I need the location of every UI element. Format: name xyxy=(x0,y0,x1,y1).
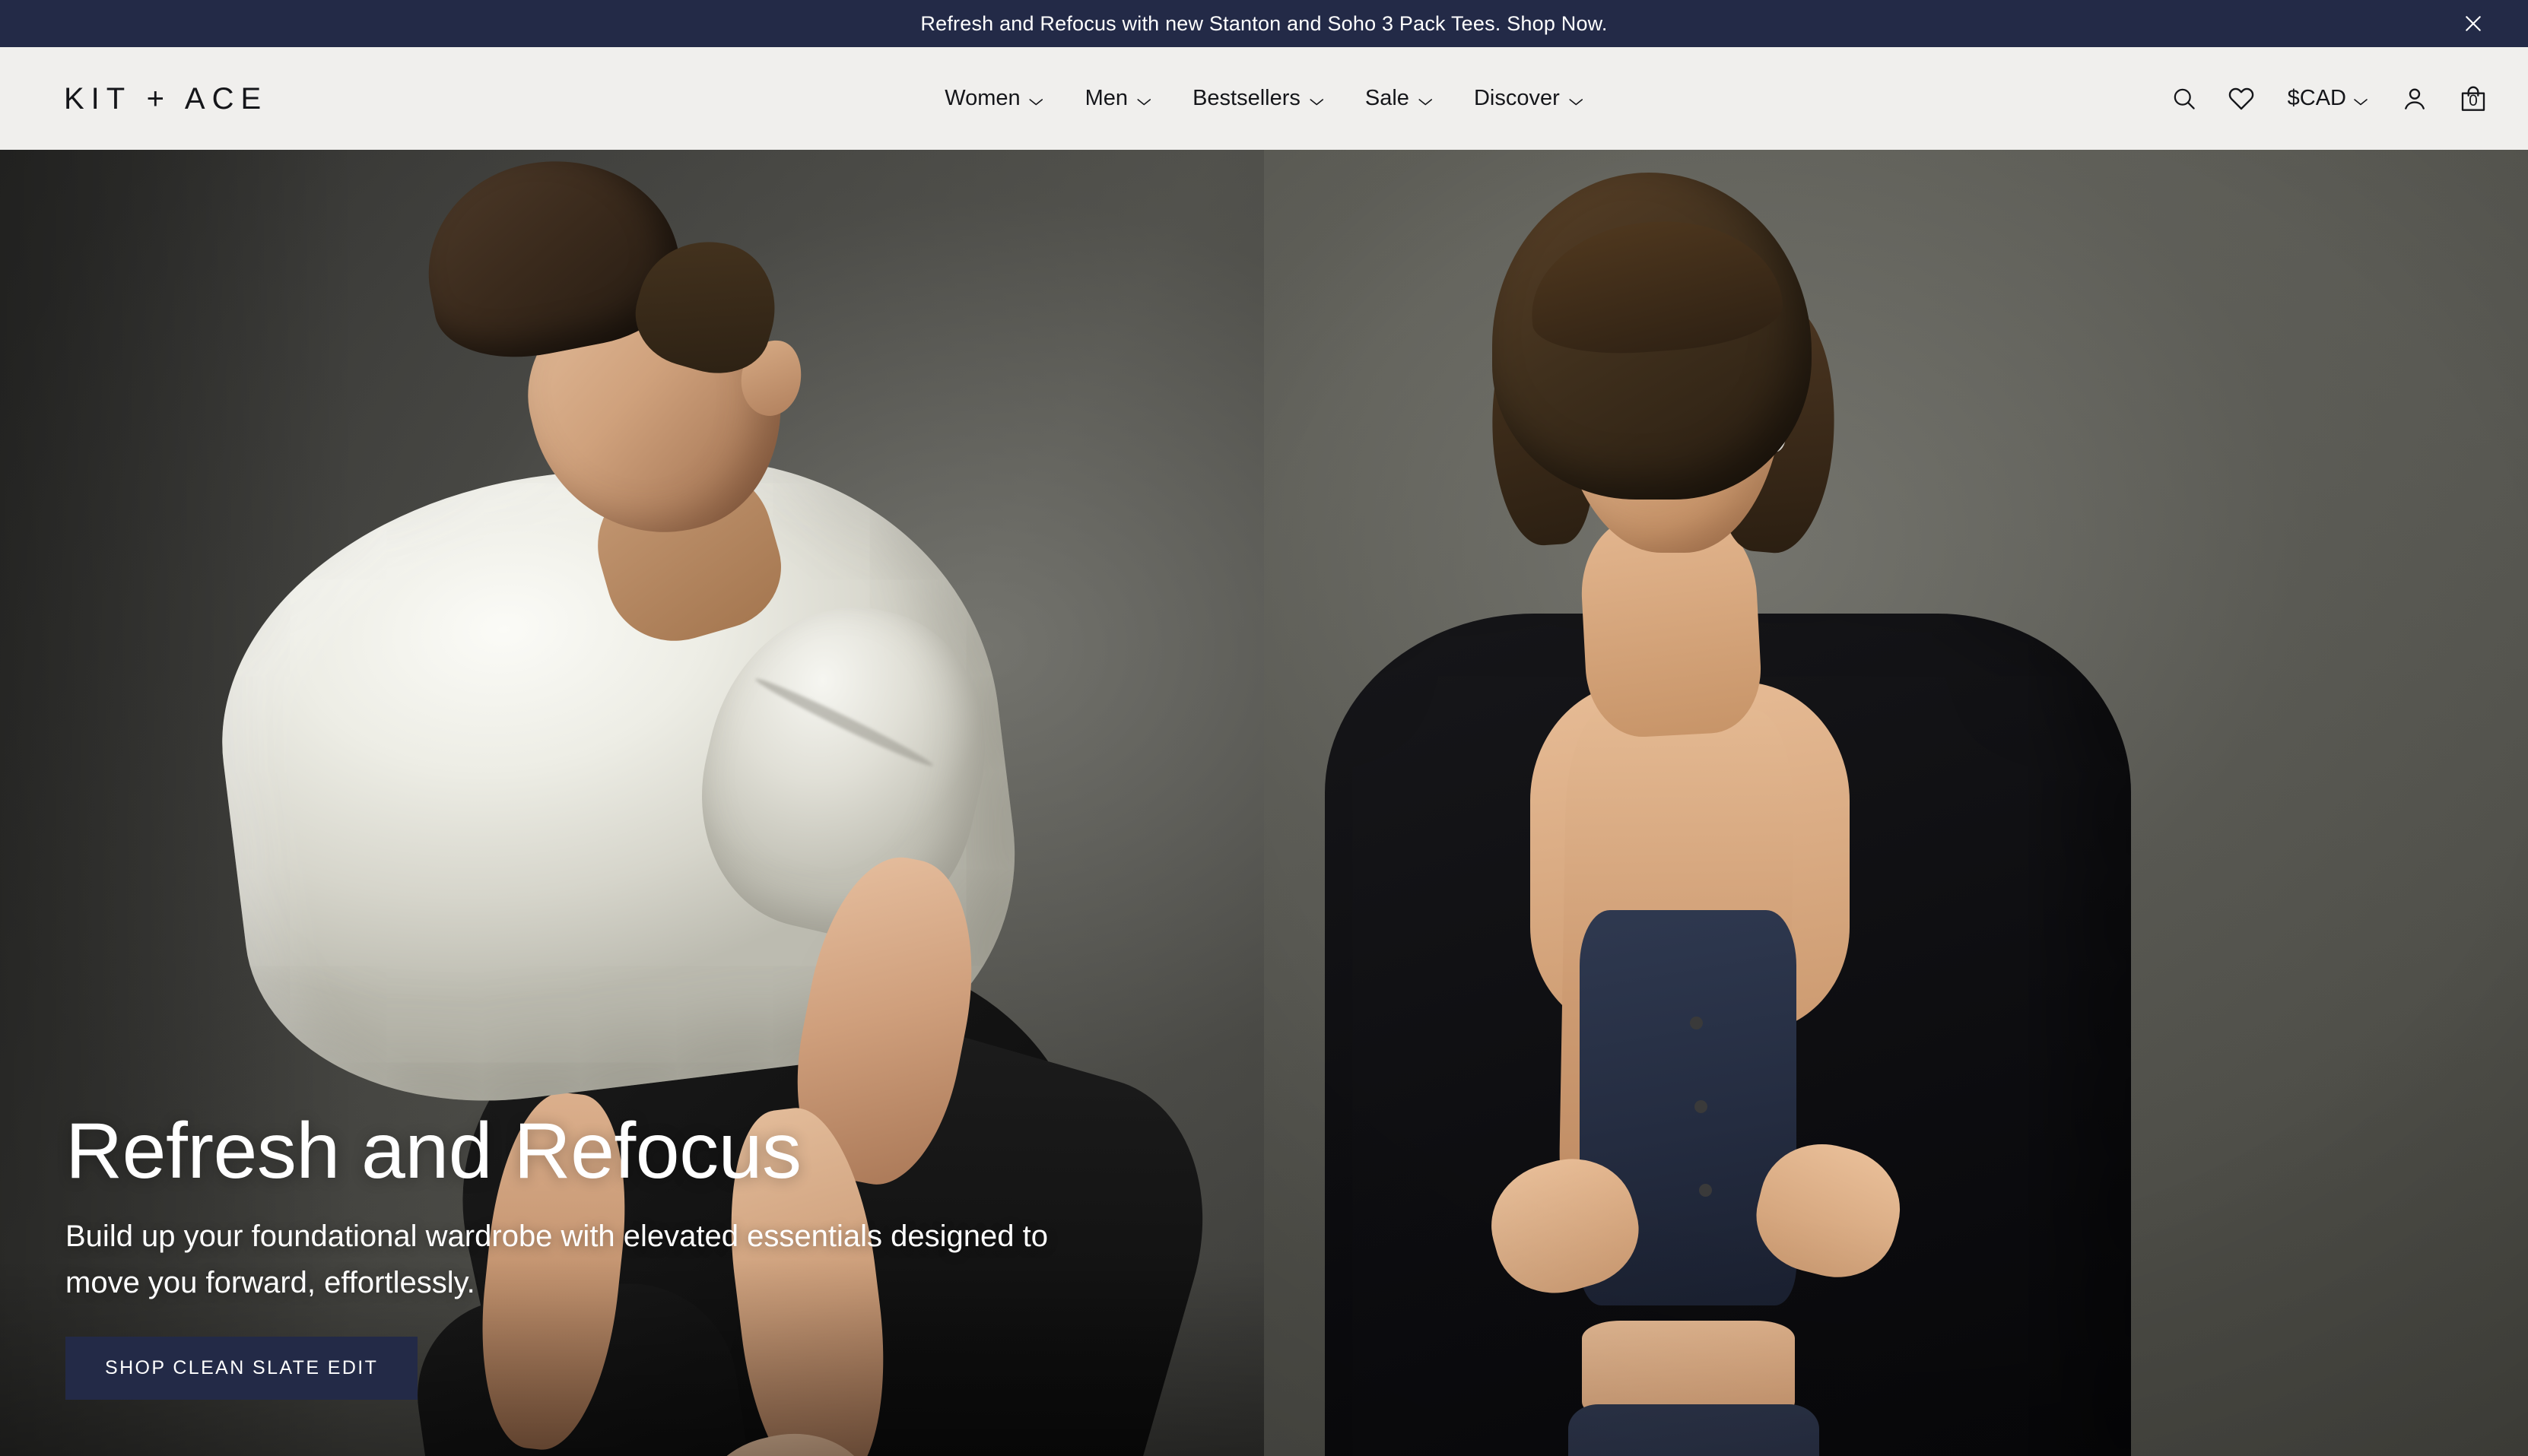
page-root: Refresh and Refocus with new Stanton and… xyxy=(0,0,2528,1456)
nav-item-men[interactable]: Men xyxy=(1085,87,1151,111)
hero-image-right[interactable] xyxy=(1264,150,2528,1456)
chevron-down-icon xyxy=(1418,89,1433,111)
search-icon[interactable] xyxy=(2171,85,2198,113)
currency-label: $CAD xyxy=(2287,86,2346,110)
chevron-down-icon xyxy=(2353,89,2368,111)
hero-subtitle: Build up your foundational wardrobe with… xyxy=(65,1220,1048,1300)
model-figure-woman xyxy=(1264,150,2528,1456)
nav-item-label: Bestsellers xyxy=(1193,86,1301,110)
heart-icon[interactable] xyxy=(2227,84,2256,113)
nav-item-label: Women xyxy=(945,86,1021,110)
shop-clean-slate-edit-button[interactable]: SHOP CLEAN SLATE EDIT xyxy=(65,1337,418,1400)
brand-logo[interactable]: KIT + ACE xyxy=(64,84,268,114)
nav-item-discover[interactable]: Discover xyxy=(1474,87,1583,111)
site-header: KIT + ACE Women Men Bestsellers Sale Dis… xyxy=(0,47,2528,150)
chevron-down-icon xyxy=(1029,89,1044,111)
chevron-down-icon xyxy=(1309,89,1324,111)
announcement-bar: Refresh and Refocus with new Stanton and… xyxy=(0,0,2528,47)
hero-title: Refresh and Refocus xyxy=(65,1107,802,1196)
nav-item-label: Men xyxy=(1085,86,1129,110)
nav-item-label: Sale xyxy=(1364,86,1409,110)
currency-selector[interactable]: $CAD xyxy=(2288,87,2368,111)
nav-item-women[interactable]: Women xyxy=(945,87,1043,111)
hero-banner: Refresh and Refocus Build up your founda… xyxy=(0,150,2528,1456)
nav-item-label: Discover xyxy=(1473,86,1560,110)
chevron-down-icon xyxy=(1136,89,1151,111)
user-icon[interactable] xyxy=(2400,84,2429,113)
nav-item-sale[interactable]: Sale xyxy=(1365,87,1433,111)
close-icon[interactable] xyxy=(2458,8,2488,39)
announcement-text[interactable]: Refresh and Refocus with new Stanton and… xyxy=(920,12,1607,36)
header-actions: $CAD 0 xyxy=(2171,84,2488,114)
main-navigation: Women Men Bestsellers Sale Discover xyxy=(945,87,1583,111)
nav-item-bestsellers[interactable]: Bestsellers xyxy=(1193,87,1324,111)
chevron-down-icon xyxy=(1568,89,1583,111)
shopping-bag-icon[interactable]: 0 xyxy=(2458,84,2488,114)
hero-copy-block: Refresh and Refocus Build up your founda… xyxy=(65,1109,1100,1400)
